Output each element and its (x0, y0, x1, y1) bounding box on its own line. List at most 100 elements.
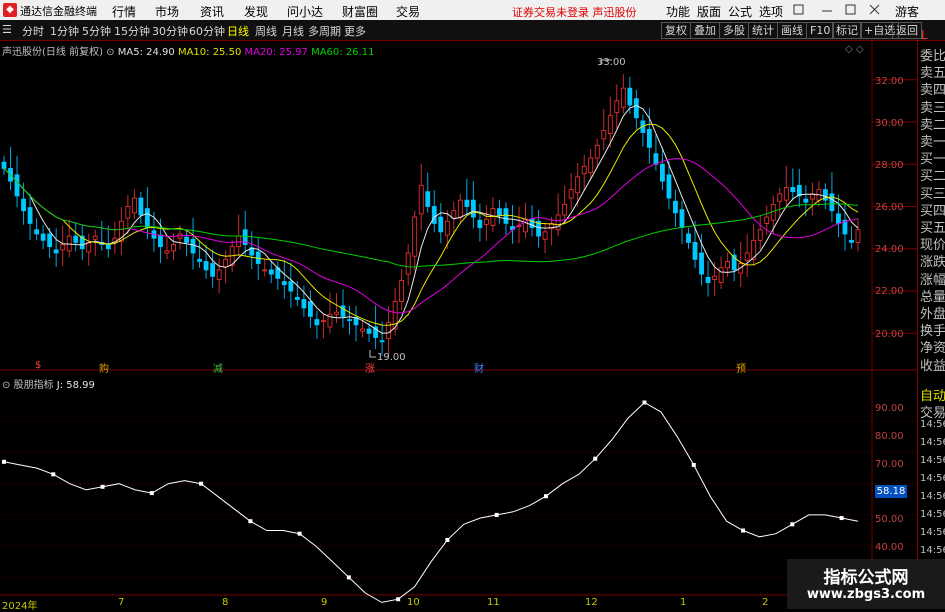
candle-body (184, 236, 189, 243)
mark-button[interactable]: 标记 (832, 22, 862, 39)
menu-item-quotes[interactable]: 行情 (112, 3, 136, 20)
side-panel-item[interactable]: 卖三 (920, 97, 945, 116)
candle-body (53, 249, 59, 254)
adjust-button[interactable]: 复权 (661, 22, 691, 39)
menu-item-wealth[interactable]: 财富圈 (342, 3, 378, 20)
overlay-button[interactable]: 叠加 (690, 22, 720, 39)
event-marker[interactable]: $ (35, 360, 41, 371)
x-tick: 10 (407, 597, 420, 608)
kline-chart[interactable]: 33.00 19.00 (0, 41, 945, 609)
quote-side-panel: 委比 卖五 卖四 卖三 卖二 卖一 买一 买二 买三 买四 买五 现价 涨跌 涨幅 总量 外盘 换手 净资 收益 自动… (917, 41, 945, 581)
candle-body (438, 216, 444, 233)
tab-1min[interactable]: 1分钟 (50, 23, 79, 39)
panel-switch-icon[interactable]: ◇ ◇ (845, 44, 864, 55)
indicator-point (2, 459, 6, 464)
toolbar-menu-icon[interactable]: ☰ (2, 23, 12, 36)
candle-body (836, 213, 841, 224)
side-panel-item[interactable]: 买五 (920, 217, 945, 236)
candle-body (73, 235, 79, 243)
candle-body (725, 261, 731, 269)
event-marker[interactable]: 购 (99, 360, 109, 375)
tab-timeshare[interactable]: 分时 (22, 23, 44, 39)
close-icon[interactable] (869, 4, 880, 15)
candle-body (399, 280, 405, 303)
side-panel-item[interactable]: 买一 (920, 148, 945, 167)
menu-item-options[interactable]: 选项 (759, 3, 783, 20)
side-panel-item[interactable]: 涨幅 (920, 269, 945, 288)
candle-body (197, 258, 202, 262)
menu-item-discover[interactable]: 发现 (244, 3, 268, 20)
f10-button[interactable]: F10 (806, 22, 835, 39)
user-label[interactable]: 游客 (895, 3, 919, 20)
side-panel-item[interactable]: 委比 (920, 45, 945, 64)
side-panel-item[interactable]: 换手 (920, 320, 945, 339)
maximize-icon[interactable] (845, 4, 856, 15)
menu-item-layout[interactable]: 版面 (697, 3, 721, 20)
side-panel-item[interactable]: 买三 (920, 183, 945, 202)
notify-icon[interactable] (793, 4, 804, 15)
price-tick: 30.00 (875, 118, 904, 129)
tab-monthly[interactable]: 月线 (282, 23, 304, 39)
app-title: 通达信金融终端 (20, 5, 97, 18)
candle-body (366, 328, 372, 334)
event-marker[interactable]: 预 (736, 360, 746, 375)
app-logo-icon: ◆ (3, 3, 17, 17)
side-panel-item[interactable]: 现价 (920, 234, 945, 253)
side-panel-item[interactable]: 外盘 (920, 303, 945, 322)
tab-5min[interactable]: 5分钟 (82, 23, 111, 39)
indicator-j-value: J: 58.99 (56, 380, 95, 391)
tab-more[interactable]: 更多 (344, 23, 366, 39)
candle-body (425, 191, 431, 207)
side-panel-item[interactable]: 收益 (920, 355, 945, 374)
indicator-name[interactable]: 股朋指标 (14, 380, 54, 391)
candle-body (646, 128, 652, 148)
candle-body (555, 214, 561, 231)
candle-body (829, 193, 835, 212)
price-tick: 20.00 (875, 329, 904, 340)
side-panel-item[interactable]: 净资 (920, 337, 945, 356)
draw-line-button[interactable]: 画线 (777, 22, 807, 39)
tick-time: 14:56 (920, 419, 945, 430)
event-marker[interactable]: 财 (474, 360, 484, 375)
multi-stock-button[interactable]: 多股 (719, 22, 749, 39)
indicator-info-line: ⊙ 股朋指标 J: 58.99 (2, 376, 95, 391)
stats-button[interactable]: 统计 (748, 22, 778, 39)
tab-daily[interactable]: 日线 (227, 23, 249, 39)
menu-item-trade[interactable]: 交易 (396, 3, 420, 20)
tab-multi-period[interactable]: 多周期 (308, 23, 341, 39)
trade-login-warning[interactable]: 证券交易未登录 声迅股份 (512, 4, 637, 20)
candle-body (131, 197, 137, 214)
tab-60min[interactable]: 60分钟 (189, 23, 225, 39)
tab-30min[interactable]: 30分钟 (152, 23, 188, 39)
candle-body (568, 189, 574, 199)
menu-item-news[interactable]: 资讯 (200, 3, 224, 20)
indicator-point (199, 481, 204, 486)
settings-icon[interactable]: ⊙ (106, 47, 114, 58)
side-panel-item[interactable]: 卖二 (920, 114, 945, 133)
x-tick: 2024年 (2, 601, 38, 612)
indicator-point (494, 512, 499, 517)
level-l-label[interactable]: L (921, 28, 928, 42)
tab-weekly[interactable]: 周线 (255, 23, 277, 39)
menu-item-function[interactable]: 功能 (666, 3, 690, 20)
event-marker[interactable]: 减 (213, 360, 223, 375)
candle-body (503, 208, 509, 224)
indicator-settings-icon[interactable]: ⊙ (2, 380, 10, 391)
menu-item-formula[interactable]: 公式 (728, 3, 752, 20)
side-panel-item[interactable]: 买二 (920, 165, 945, 184)
menu-item-ask[interactable]: 问小达 (287, 3, 323, 20)
side-panel-item[interactable]: 卖一 (920, 131, 945, 150)
candle-body (412, 216, 418, 257)
candle-body (673, 200, 678, 214)
side-panel-item[interactable]: 买四 (920, 200, 945, 219)
back-button[interactable]: 返回 (892, 22, 922, 39)
side-panel-item[interactable]: 卖四 (920, 79, 945, 98)
event-marker[interactable]: 涨 (365, 360, 375, 375)
menu-item-market[interactable]: 市场 (155, 3, 179, 20)
candle-body (803, 198, 809, 203)
tick-time: 14:56 (920, 527, 945, 538)
side-panel-item[interactable]: 总量 (920, 286, 945, 305)
tab-15min[interactable]: 15分钟 (114, 23, 150, 39)
side-panel-item[interactable]: 卖五 (920, 62, 945, 81)
side-panel-item[interactable]: 涨跌 (920, 251, 945, 270)
